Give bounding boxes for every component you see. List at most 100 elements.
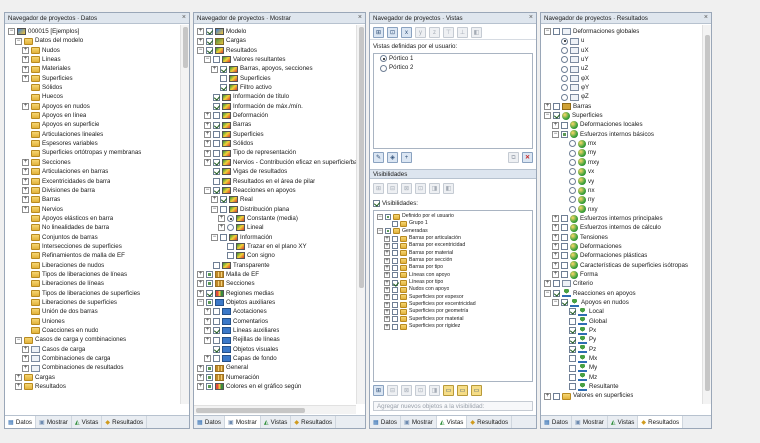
tree-item[interactable]: Apoyos elásticos en barra — [5, 214, 180, 223]
tree-checkbox[interactable] — [213, 140, 220, 148]
expand-icon[interactable]: + — [552, 252, 559, 260]
collapse-icon[interactable]: − — [552, 130, 559, 138]
tree-item[interactable]: Tipos de liberaciones de superficies — [5, 289, 180, 298]
tree-checkbox[interactable] — [206, 383, 213, 391]
tree-item[interactable]: Articulaciones lineales — [5, 130, 180, 139]
expand-icon[interactable]: + — [204, 130, 211, 138]
tree-item[interactable]: − Reacciones en apoyos — [541, 289, 702, 298]
expand-icon[interactable]: + — [15, 383, 22, 391]
expand-icon[interactable]: + — [197, 373, 204, 381]
tab-datos[interactable]: ▦ Datos — [370, 416, 402, 428]
tree-item[interactable]: + Barras — [541, 102, 702, 111]
tree-item[interactable]: + Secciones — [194, 279, 356, 288]
expand-icon[interactable]: + — [218, 224, 225, 232]
tree-checkbox[interactable] — [561, 130, 568, 138]
tab-vistas[interactable]: ◭ Vistas — [261, 416, 292, 428]
tab-vistas[interactable]: ◭ Vistas — [608, 416, 639, 428]
view-delete-button[interactable]: ✕ — [522, 152, 533, 163]
expand-icon[interactable]: + — [552, 243, 559, 251]
visibilities-checkbox[interactable] — [373, 200, 380, 208]
tree-checkbox[interactable] — [561, 271, 568, 279]
tree-item[interactable]: + Comentarios — [194, 317, 356, 326]
tree-item[interactable]: Uniones — [5, 317, 180, 326]
expand-icon[interactable]: + — [384, 287, 390, 294]
collapse-icon[interactable]: − — [8, 28, 15, 36]
tree-radio[interactable] — [561, 74, 568, 82]
tree-item[interactable]: − Objetos auxiliares — [194, 298, 356, 307]
expand-icon[interactable]: + — [22, 205, 29, 213]
tree-item[interactable]: Información de máx./mín. — [194, 102, 356, 111]
tree-item[interactable]: − Reacciones en apoyos — [194, 186, 356, 195]
tree-item[interactable]: − Superficies — [541, 111, 702, 120]
expand-icon[interactable]: + — [22, 168, 29, 176]
collapse-icon[interactable]: − — [544, 112, 551, 120]
visibility-checkbox[interactable] — [392, 279, 398, 286]
tree-item[interactable]: No linealidades de barra — [5, 223, 180, 232]
tab-datos[interactable]: ▦ Datos — [5, 416, 37, 428]
panel-title-bar[interactable]: Navegador de proyectos · Datos × — [5, 13, 189, 24]
tree-checkbox[interactable] — [213, 261, 220, 269]
tree-checkbox[interactable] — [213, 56, 220, 64]
tree-item[interactable]: + Modelo — [194, 27, 356, 36]
tree-item[interactable]: φY — [541, 83, 702, 92]
expand-icon[interactable]: + — [22, 196, 29, 204]
tree-radio[interactable] — [561, 93, 568, 101]
tree-checkbox[interactable] — [213, 149, 220, 157]
panel-title-bar[interactable]: Navegador de proyectos · Mostrar × — [194, 13, 365, 24]
tree-item[interactable]: + Malla de EF — [194, 270, 356, 279]
close-icon[interactable]: × — [358, 14, 362, 21]
tree-item[interactable]: uY — [541, 55, 702, 64]
tree-item[interactable]: + Criterio — [541, 279, 702, 288]
tab-mostrar[interactable]: ▣ Mostrar — [225, 416, 261, 428]
tree-item[interactable]: + Deformación — [194, 111, 356, 120]
collapse-icon[interactable]: − — [197, 46, 204, 54]
expand-icon[interactable]: + — [384, 243, 390, 250]
tree-item[interactable]: Liberaciones de superficies — [5, 298, 180, 307]
tree-radio[interactable] — [227, 215, 234, 223]
visibility-tool-5-button[interactable]: ◨ — [429, 183, 440, 194]
tree-item[interactable]: + General — [194, 363, 356, 372]
tree-checkbox[interactable] — [213, 112, 220, 120]
expand-icon[interactable]: + — [204, 112, 211, 120]
view-bottom-button[interactable]: ⊥ — [457, 27, 468, 38]
tree-radio[interactable] — [561, 65, 568, 73]
tree-checkbox[interactable] — [206, 28, 213, 36]
tree-item[interactable]: + Esfuerzos internos de cálculo — [541, 223, 702, 232]
tree-item[interactable]: − Resultados — [194, 46, 356, 55]
tree-item[interactable]: mxy — [541, 158, 702, 167]
visibility-item[interactable]: + Barras por material — [374, 250, 532, 257]
tree-item[interactable]: φX — [541, 74, 702, 83]
tree-checkbox[interactable] — [553, 102, 560, 110]
tree-radio[interactable] — [561, 84, 568, 92]
tree-item[interactable]: Superficies ortótropas y membranas — [5, 148, 180, 157]
tree-checkbox[interactable] — [569, 327, 576, 335]
visibility-checkbox[interactable] — [392, 235, 398, 242]
tree-item[interactable]: + Regiones medias — [194, 289, 356, 298]
tree-radio[interactable] — [569, 177, 576, 185]
visibility-checkbox[interactable] — [385, 213, 391, 220]
vertical-scrollbar[interactable] — [702, 25, 711, 404]
tree-item[interactable]: + Esfuerzos internos principales — [541, 214, 702, 223]
tree-radio[interactable] — [569, 149, 576, 157]
visibility-item[interactable]: + Barras por tipo — [374, 264, 532, 272]
tree-item[interactable]: Py — [541, 335, 702, 345]
tree-item[interactable]: Coacciones en nudo — [5, 326, 180, 335]
tree-item[interactable]: + Constante (media) — [194, 214, 356, 223]
tree-checkbox[interactable] — [553, 28, 560, 36]
expand-icon[interactable]: + — [384, 301, 390, 308]
tree-radio[interactable] — [561, 56, 568, 64]
panel-title-bar[interactable]: Navegador de proyectos · Resultados × — [541, 13, 711, 24]
visibility-checkbox[interactable] — [392, 309, 398, 316]
tree-item[interactable]: + Cargas — [194, 36, 356, 45]
close-icon[interactable]: × — [529, 14, 533, 21]
tree-item[interactable]: Huecos — [5, 92, 180, 101]
tree-spacer[interactable] — [384, 221, 390, 227]
expand-icon[interactable]: + — [204, 327, 211, 335]
expand-icon[interactable]: + — [552, 271, 559, 279]
vertical-scrollbar[interactable] — [180, 25, 189, 404]
tree-checkbox[interactable] — [569, 308, 576, 316]
tree-checkbox[interactable] — [227, 252, 234, 260]
visibility-hide-button[interactable]: ⊟ — [387, 385, 398, 396]
tree-checkbox[interactable] — [206, 46, 213, 54]
tree-radio[interactable] — [569, 168, 576, 176]
